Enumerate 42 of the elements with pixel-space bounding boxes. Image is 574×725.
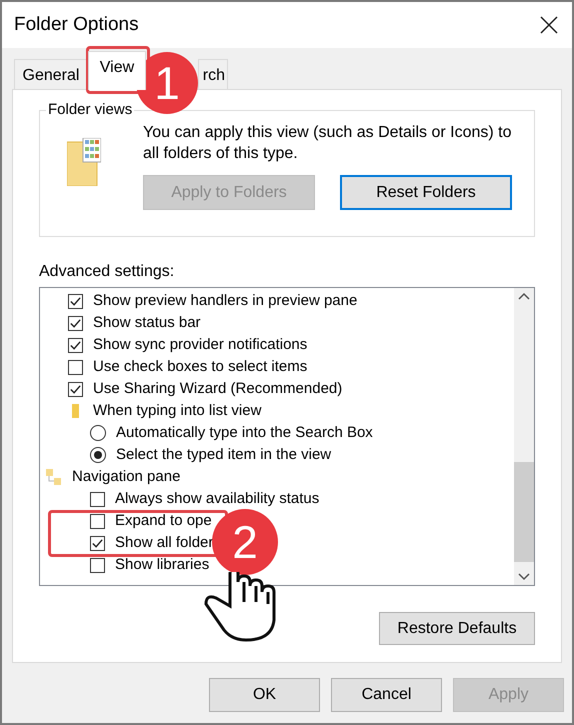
- tree-icon: [46, 468, 62, 486]
- radio-button[interactable]: [90, 447, 106, 463]
- setting-label: Show preview handlers in preview pane: [93, 292, 358, 310]
- checkbox[interactable]: [90, 514, 105, 528]
- checkbox[interactable]: [68, 338, 83, 352]
- description-text: You can apply this view (such as Details or Icons) to all folders of this type.: [143, 123, 512, 164]
- setting-label: Show all folder: [115, 534, 214, 552]
- setting-label: Show sync provider notifications: [93, 336, 308, 354]
- window-title: Folder Options: [14, 12, 139, 37]
- setting-label: Show status bar: [93, 314, 201, 332]
- dialog-button[interactable]: OK: [209, 678, 320, 712]
- setting-label: Show libraries: [115, 556, 210, 574]
- checkbox[interactable]: [68, 316, 83, 330]
- setting-label: Always show availability status: [115, 490, 320, 508]
- folder-button[interactable]: Reset Folders: [340, 175, 512, 210]
- restore-defaults-button[interactable]: Restore Defaults: [379, 612, 535, 645]
- checkbox[interactable]: [90, 492, 105, 506]
- checkbox[interactable]: [90, 558, 105, 572]
- tab[interactable]: rch: [198, 59, 228, 89]
- tab[interactable]: View: [88, 51, 146, 90]
- close-icon[interactable]: [540, 16, 558, 34]
- tab[interactable]: General: [14, 59, 88, 89]
- setting-label: When typing into list view: [93, 402, 262, 420]
- scroll-thumb[interactable]: [514, 462, 534, 562]
- checkbox[interactable]: [68, 382, 83, 396]
- checkbox[interactable]: [68, 294, 83, 308]
- radio-button[interactable]: [90, 425, 106, 441]
- setting-label: Expand to ope: [115, 512, 212, 530]
- hand-cursor-icon: [202, 572, 278, 642]
- dialog-button[interactable]: Cancel: [331, 678, 442, 712]
- section-label: Advanced settings:: [39, 262, 176, 282]
- checkbox[interactable]: [90, 536, 105, 550]
- setting-label: Automatically type into the Search Box: [116, 424, 373, 442]
- scrollbar[interactable]: [514, 288, 534, 585]
- scroll-up-icon[interactable]: [518, 292, 530, 300]
- scroll-down-icon[interactable]: [518, 573, 530, 581]
- setting-label: Use Sharing Wizard (Recommended): [93, 380, 342, 398]
- setting-label: Navigation pane: [72, 468, 180, 486]
- setting-label: Select the typed item in the view: [116, 446, 332, 464]
- folder-icon: [67, 138, 101, 186]
- checkbox[interactable]: [68, 360, 83, 374]
- setting-label: Use check boxes to select items: [93, 358, 308, 376]
